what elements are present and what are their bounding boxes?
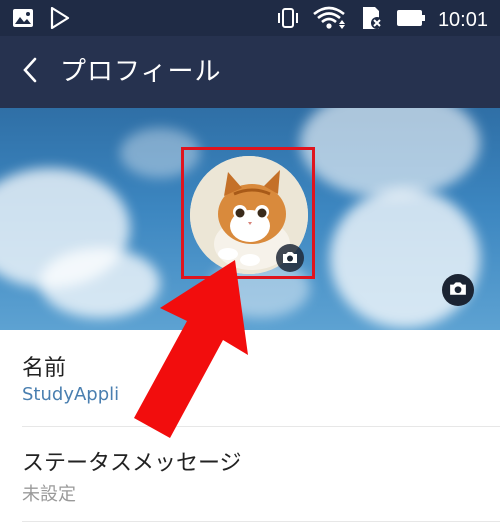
image-icon <box>12 8 34 32</box>
status-message-field[interactable]: ステータスメッセージ 未設定 <box>0 427 500 522</box>
play-store-icon <box>50 6 70 33</box>
status-message-label: ステータスメッセージ <box>22 451 242 476</box>
battery-icon <box>396 8 426 32</box>
divider <box>22 521 500 522</box>
camera-icon <box>449 280 467 300</box>
vibrate-icon <box>276 7 300 33</box>
wifi-icon <box>312 6 346 34</box>
sd-card-icon <box>358 6 384 34</box>
page-title: プロフィール <box>60 57 222 87</box>
status-message-value: 未設定 <box>22 484 76 505</box>
name-value: StudyAppli <box>22 384 120 405</box>
pointer-arrow <box>134 260 248 438</box>
cover-camera-button[interactable] <box>442 274 474 306</box>
back-button[interactable] <box>10 50 50 94</box>
status-bar: 10:01 <box>0 0 500 36</box>
chevron-left-icon <box>21 56 39 88</box>
app-header: プロフィール <box>0 36 500 108</box>
status-time: 10:01 <box>437 9 488 31</box>
name-label: 名前 <box>22 356 67 381</box>
